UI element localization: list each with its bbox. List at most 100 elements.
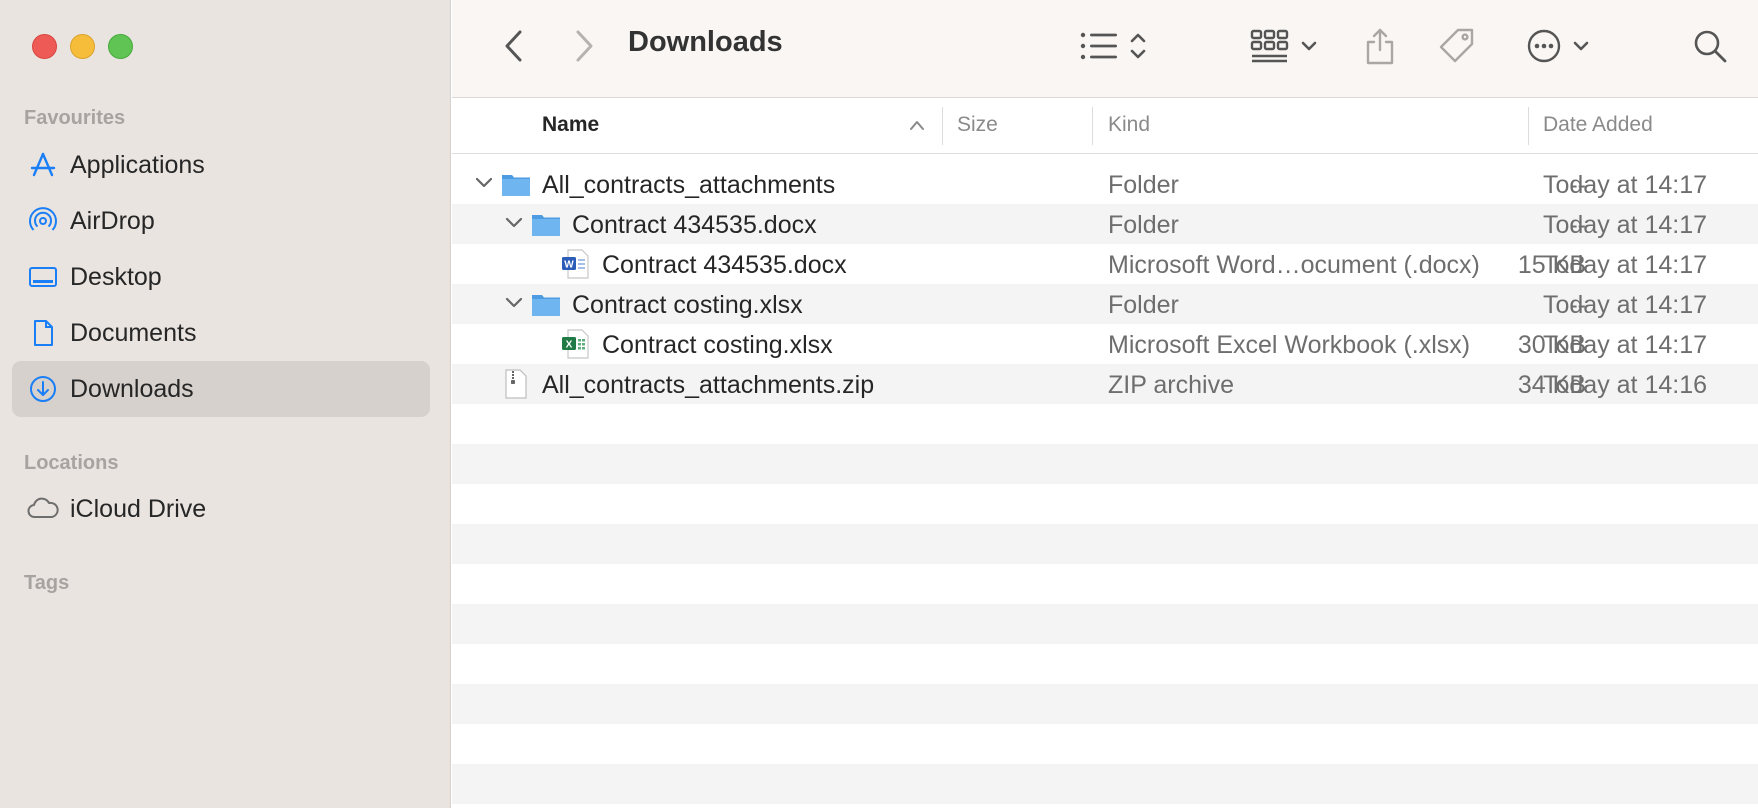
- folder-icon: [532, 215, 560, 236]
- list-item[interactable]: Contract 434535.docx -- Folder Today at …: [452, 204, 1758, 244]
- tag-icon: [1439, 28, 1474, 63]
- excel-workbook-icon: X: [562, 329, 589, 359]
- toolbar: Downloads: [452, 0, 1758, 98]
- more-actions-button[interactable]: [1518, 24, 1598, 68]
- column-header-name[interactable]: Name: [542, 113, 599, 137]
- file-name: Contract costing.xlsx: [602, 331, 833, 359]
- file-date-added: Today at 14:17: [1543, 171, 1708, 199]
- sidebar-item-applications[interactable]: Applications: [12, 137, 430, 193]
- forward-button[interactable]: [564, 26, 604, 66]
- disclosure-expanded-icon[interactable]: [503, 212, 525, 234]
- file-kind: Folder: [1108, 171, 1179, 199]
- column-header-size[interactable]: Size: [957, 113, 998, 137]
- sidebar-item-airdrop[interactable]: AirDrop: [12, 193, 430, 249]
- file-name: All_contracts_attachments: [542, 171, 836, 199]
- share-icon: [1366, 28, 1394, 65]
- column-divider[interactable]: [1528, 107, 1529, 145]
- applications-icon: [26, 148, 60, 182]
- empty-row: [452, 524, 1758, 564]
- airdrop-icon: [26, 204, 60, 238]
- empty-row: [452, 684, 1758, 724]
- tag-button[interactable]: [1434, 22, 1480, 70]
- list-view-icon: [1080, 32, 1117, 60]
- file-name: Contract 434535.docx: [572, 211, 817, 239]
- file-name: Contract 434535.docx: [602, 251, 847, 279]
- empty-list-area: [452, 404, 1758, 804]
- document-icon: [26, 316, 60, 350]
- ellipsis-circle-icon: [1527, 29, 1561, 63]
- word-document-icon: W: [562, 249, 589, 279]
- sidebar-item-label: Desktop: [70, 262, 162, 291]
- downloads-icon: [26, 372, 60, 406]
- chevron-down-icon: [1573, 41, 1589, 51]
- chevron-left-icon: [505, 30, 522, 62]
- list-item[interactable]: All_contracts_attachments.zip 34 KB ZIP …: [452, 364, 1758, 404]
- empty-row: [452, 644, 1758, 684]
- sidebar-item-icloud-drive[interactable]: iCloud Drive: [12, 481, 430, 537]
- file-date-added: Today at 14:17: [1543, 211, 1708, 239]
- list-item[interactable]: Contract costing.xlsx -- Folder Today at…: [452, 284, 1758, 324]
- file-name: All_contracts_attachments.zip: [542, 371, 875, 399]
- grid-view-icon: [1250, 29, 1289, 63]
- chevron-up-down-icon: [1130, 33, 1146, 59]
- svg-text:W: W: [564, 260, 574, 271]
- file-date-added: Today at 14:17: [1543, 291, 1708, 319]
- column-divider[interactable]: [1092, 107, 1093, 145]
- search-icon: [1694, 30, 1727, 63]
- favourites-heading: Favourites: [24, 107, 126, 129]
- sidebar-item-label: Applications: [70, 150, 205, 179]
- sidebar-item-label: Documents: [70, 318, 197, 347]
- column-divider[interactable]: [942, 107, 943, 145]
- file-date-added: Today at 14:17: [1543, 251, 1708, 279]
- minimize-window-button[interactable]: [70, 34, 95, 59]
- file-name: Contract costing.xlsx: [572, 291, 803, 319]
- chevron-down-icon: [1301, 41, 1317, 51]
- share-button[interactable]: [1358, 22, 1402, 70]
- file-list: All_contracts_attachments -- Folder Toda…: [452, 164, 1758, 404]
- zoom-window-button[interactable]: [108, 34, 133, 59]
- sidebar-item-label: AirDrop: [70, 206, 155, 235]
- tags-heading: Tags: [24, 572, 70, 594]
- column-header-kind[interactable]: Kind: [1108, 113, 1150, 137]
- list-item[interactable]: X Contract costing.xlsx 30 KB Microsoft …: [452, 324, 1758, 364]
- file-date-added: Today at 14:17: [1543, 331, 1708, 359]
- window-title: Downloads: [628, 26, 783, 58]
- file-kind: ZIP archive: [1108, 371, 1234, 399]
- empty-row: [452, 724, 1758, 764]
- close-window-button[interactable]: [32, 34, 57, 59]
- svg-text:X: X: [566, 340, 573, 351]
- group-button[interactable]: [1242, 22, 1326, 70]
- empty-row: [452, 404, 1758, 444]
- back-button[interactable]: [494, 26, 534, 66]
- search-button[interactable]: [1688, 24, 1732, 68]
- sidebar-item-desktop[interactable]: Desktop: [12, 249, 430, 305]
- list-item[interactable]: W Contract 434535.docx 15 KB Microsoft W…: [452, 244, 1758, 284]
- empty-row: [452, 484, 1758, 524]
- file-kind: Microsoft Excel Workbook (.xlsx): [1108, 331, 1471, 359]
- icloud-icon: [26, 492, 60, 526]
- zip-archive-icon: [505, 369, 527, 399]
- sort-ascending-icon[interactable]: [908, 119, 926, 131]
- locations-heading: Locations: [24, 452, 119, 474]
- folder-icon: [502, 175, 530, 196]
- empty-row: [452, 604, 1758, 644]
- list-item[interactable]: All_contracts_attachments -- Folder Toda…: [452, 164, 1758, 204]
- file-kind: Microsoft Word…ocument (.docx): [1108, 251, 1480, 279]
- column-header-date-added[interactable]: Date Added: [1543, 113, 1653, 137]
- sidebar-item-label: Downloads: [70, 374, 194, 403]
- sidebar-item-label: iCloud Drive: [70, 494, 207, 523]
- empty-row: [452, 764, 1758, 804]
- sidebar-item-downloads[interactable]: Downloads: [12, 361, 430, 417]
- folder-icon: [532, 295, 560, 316]
- file-kind: Folder: [1108, 211, 1179, 239]
- empty-row: [452, 444, 1758, 484]
- disclosure-expanded-icon[interactable]: [503, 292, 525, 314]
- disclosure-expanded-icon[interactable]: [473, 172, 495, 194]
- empty-row: [452, 564, 1758, 604]
- column-header-row: Name Size Kind Date Added: [452, 99, 1758, 154]
- view-options-button[interactable]: [1066, 24, 1162, 68]
- sidebar-item-documents[interactable]: Documents: [12, 305, 430, 361]
- file-kind: Folder: [1108, 291, 1179, 319]
- file-date-added: Today at 14:16: [1543, 371, 1708, 399]
- window-controls: [32, 34, 133, 59]
